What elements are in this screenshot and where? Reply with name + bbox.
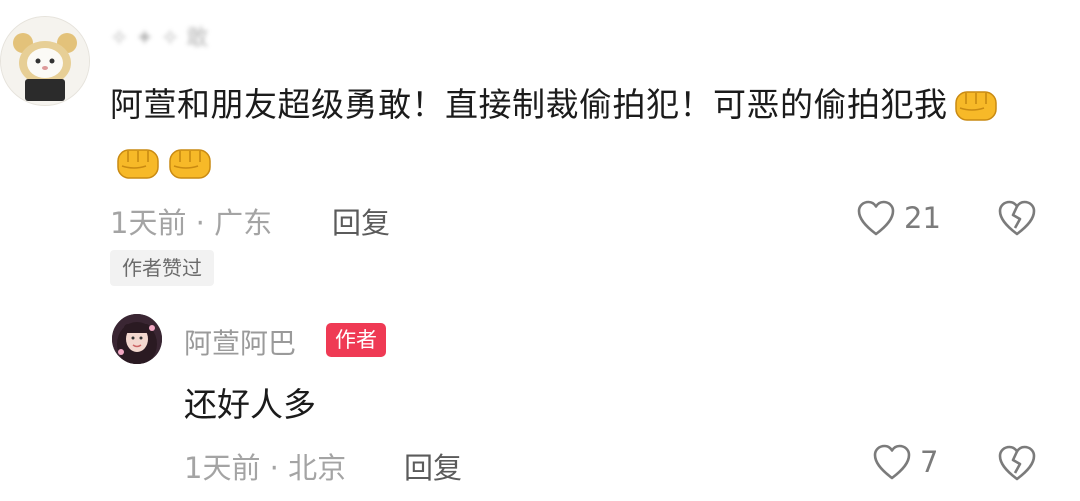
- author-liked-tag: 作者赞过: [110, 250, 214, 286]
- meta-separator: ·: [186, 206, 215, 240]
- heart-icon: [873, 444, 911, 480]
- dislike-button[interactable]: [996, 198, 1038, 242]
- location: 北京: [288, 451, 347, 485]
- reply-meta: 1天前 · 北京: [184, 445, 346, 487]
- comment-meta: 1天前 · 广东: [110, 200, 272, 242]
- broken-heart-icon: [998, 445, 1036, 481]
- like-count: 7: [920, 445, 939, 479]
- broken-heart-icon: [998, 200, 1036, 236]
- heart-icon: [857, 200, 895, 236]
- avatar[interactable]: [0, 16, 90, 106]
- like-button[interactable]: 7: [872, 443, 938, 481]
- reply-button[interactable]: 回复: [404, 445, 462, 487]
- girl-avatar-image: [112, 314, 162, 364]
- timestamp: 1天前: [184, 451, 261, 485]
- dislike-button[interactable]: [996, 443, 1038, 487]
- timestamp: 1天前: [110, 206, 187, 240]
- location: 广东: [214, 206, 273, 240]
- comment-text: 阿萱和朋友超级勇敢！直接制裁偷拍犯！可恶的偷拍犯我: [110, 76, 1030, 192]
- username[interactable]: ✧ ✦ ✧ 敢: [110, 20, 208, 52]
- like-button[interactable]: 21: [856, 199, 941, 237]
- fist-emoji: [954, 91, 997, 121]
- author-username[interactable]: 阿萱阿巴: [184, 322, 296, 362]
- author-avatar[interactable]: [112, 314, 162, 364]
- meta-separator: ·: [260, 451, 289, 485]
- comment-body: 阿萱和朋友超级勇敢！直接制裁偷拍犯！可恶的偷拍犯我: [110, 85, 948, 124]
- fist-emoji: [117, 149, 159, 179]
- author-badge: 作者: [326, 323, 386, 357]
- cat-avatar-image: [1, 17, 89, 105]
- reply-button[interactable]: 回复: [332, 200, 390, 242]
- reply-text: 还好人多: [184, 385, 316, 424]
- like-count: 21: [904, 201, 941, 235]
- fist-emoji: [169, 149, 211, 179]
